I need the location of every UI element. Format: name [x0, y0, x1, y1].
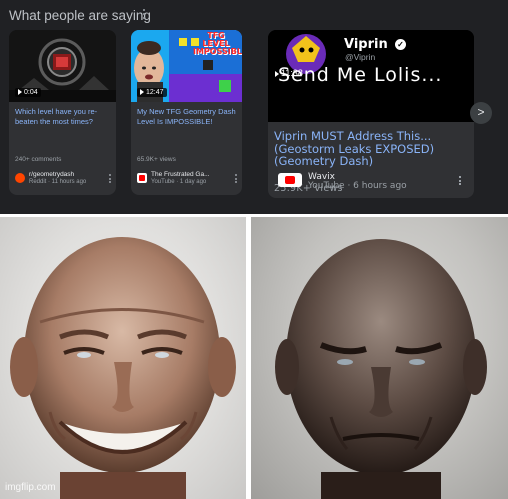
channel-handle: @Viprin — [345, 52, 376, 62]
imgflip-watermark: imgflip.com — [5, 482, 56, 493]
video-thumbnail[interactable]: 0:04 — [9, 30, 116, 102]
source-name[interactable]: The Frustrated Ga... — [151, 171, 210, 178]
source-meta: YouTube · 1 day ago — [151, 179, 207, 185]
search-results-panel: What people are saying 0:04 Which level … — [0, 0, 508, 214]
reddit-logo-icon — [15, 173, 25, 183]
play-icon — [140, 89, 144, 95]
video-thumbnail[interactable]: Viprin ✓ @Viprin 11:38 Send Me Lolis... — [268, 30, 474, 122]
result-card-reddit[interactable]: 0:04 Which level have you re-beaten the … — [9, 30, 116, 195]
source-meta: Reddit · 11 hours ago — [29, 179, 87, 185]
video-thumbnail[interactable]: TFG LEVEL IMPOSSIBLE 12:47 — [131, 30, 242, 102]
verified-icon: ✓ — [395, 39, 406, 50]
result-headline[interactable]: My New TFG Geometry Dash Level Is IMPOSS… — [137, 107, 236, 127]
video-duration: 12:47 — [137, 88, 167, 97]
serious-face-image — [251, 217, 508, 499]
source-meta: YouTube · 6 hours ago — [308, 181, 407, 191]
section-title: What people are saying — [9, 8, 151, 23]
happy-face-image — [0, 217, 246, 499]
video-duration: 0:04 — [15, 88, 41, 97]
next-arrow-button[interactable]: > — [470, 102, 492, 124]
source-name[interactable]: r/geometrydash — [29, 171, 74, 178]
more-options-icon[interactable] — [235, 174, 237, 185]
youtube-logo-icon — [278, 173, 302, 187]
channel-name: Viprin — [344, 37, 388, 52]
result-count: 65.9K+ views — [137, 156, 176, 163]
more-options-icon[interactable] — [109, 174, 111, 185]
section-more-icon[interactable] — [142, 9, 146, 21]
result-card-youtube-1[interactable]: TFG LEVEL IMPOSSIBLE 12:47 My New TFG Ge… — [131, 30, 242, 195]
more-options-icon[interactable] — [459, 176, 461, 185]
play-icon — [18, 89, 22, 95]
result-headline[interactable]: Which level have you re-beaten the most … — [15, 107, 110, 127]
result-count: 240+ comments — [15, 156, 62, 163]
youtube-logo-icon — [137, 173, 147, 183]
thumbnail-title-text: TFG LEVEL IMPOSSIBLE — [193, 31, 242, 56]
result-headline[interactable]: Viprin MUST Address This... (Geostorm Le… — [274, 130, 468, 168]
thumbnail-caption: Send Me Lolis... — [278, 64, 443, 86]
